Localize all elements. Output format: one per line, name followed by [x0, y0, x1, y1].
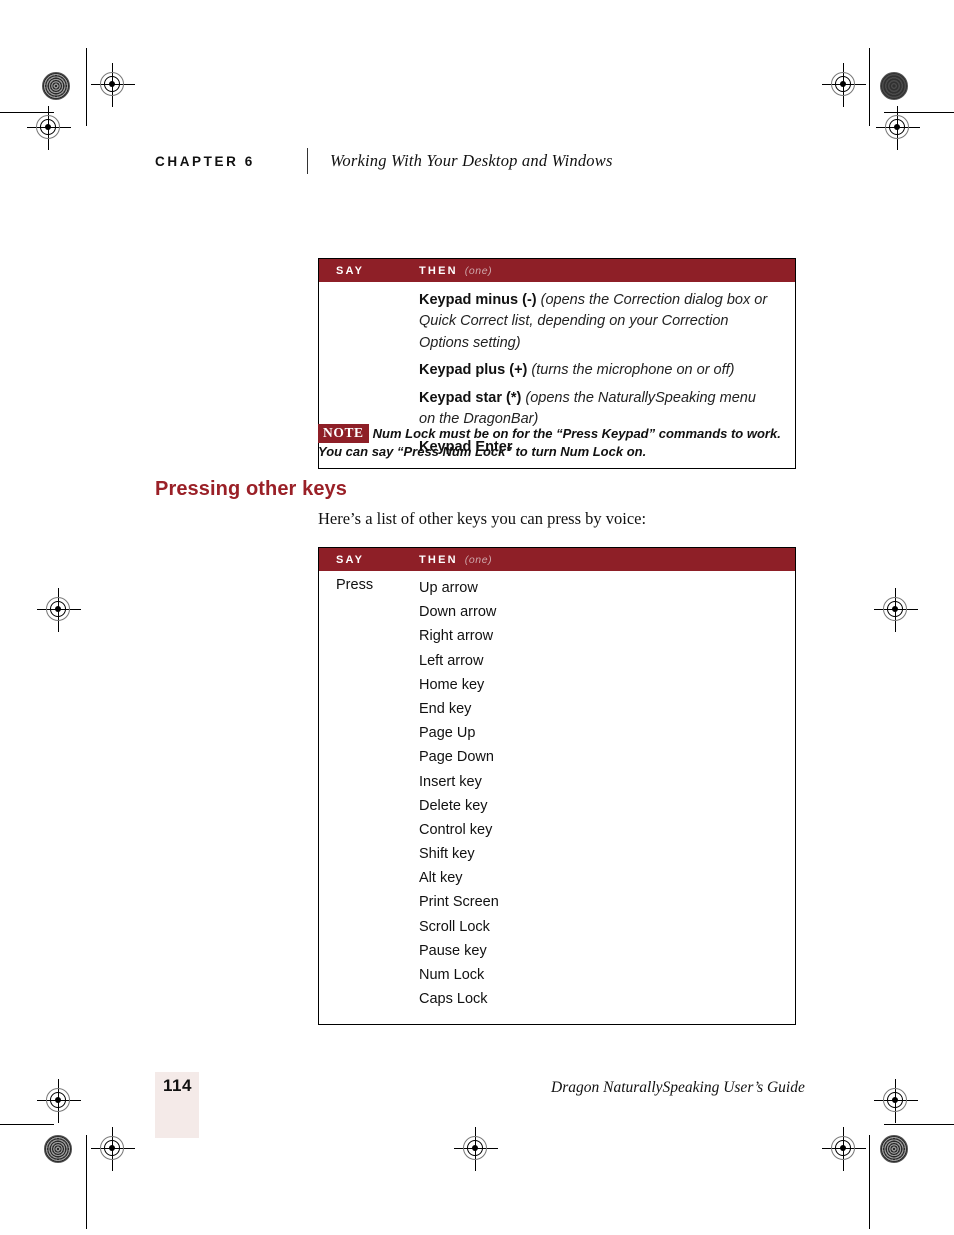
- table-row: Page Up: [319, 722, 795, 745]
- table-row: Alt key: [319, 867, 795, 890]
- row-then-cell: Caps Lock: [419, 991, 488, 1008]
- footer-guide-title: Dragon NaturallySpeaking User’s Guide: [551, 1079, 805, 1096]
- table-row: Down arrow: [319, 601, 795, 624]
- row-then-cell: Page Down: [419, 749, 494, 766]
- row-then-cell: Shift key: [419, 846, 475, 863]
- chapter-title: Working With Your Desktop and Windows: [330, 151, 613, 170]
- row-then-cell: Page Up: [419, 725, 476, 742]
- chapter-label: CHAPTER 6: [155, 153, 255, 169]
- table-row: Keypad plus (+) (turns the microphone on…: [319, 360, 795, 381]
- row-then-cell: Home key: [419, 676, 485, 693]
- row-then-cell: Up arrow: [419, 580, 478, 596]
- keypad-table-header-then-qualifier: (one): [464, 264, 493, 277]
- row-then-cell: End key: [419, 700, 472, 717]
- row-then-cell: Left arrow: [419, 652, 484, 669]
- row-then-cell: Keypad minus (-) (opens the Correction d…: [419, 290, 795, 354]
- row-then-cell: Right arrow: [419, 628, 494, 645]
- row-then-bold: Keypad star (*): [419, 389, 526, 406]
- note-badge: NOTE: [318, 424, 369, 443]
- row-then-cell: Insert key: [419, 773, 482, 790]
- table-row: Insert key: [319, 771, 795, 794]
- row-then-cell: Keypad plus (+) (turns the microphone on…: [419, 360, 795, 381]
- row-then-bold: Keypad minus (-): [419, 292, 541, 308]
- row-then-cell: Scroll Lock: [419, 918, 490, 935]
- table-row: Caps Lock: [319, 988, 795, 1011]
- row-then-cell: Alt key: [419, 870, 463, 887]
- page-content: CHAPTER 6 Working With Your Desktop and …: [0, 0, 954, 1235]
- running-head: CHAPTER 6 Working With Your Desktop and …: [155, 148, 613, 174]
- keys-table-body: Press Up arrow Down arrow Right arrow Le…: [319, 571, 795, 1024]
- page-number: 114: [163, 1076, 192, 1095]
- keypad-table-header-say: SAY: [336, 264, 365, 277]
- table-row: End key: [319, 698, 795, 721]
- table-row: Pause key: [319, 940, 795, 963]
- table-row: Print Screen: [319, 891, 795, 914]
- keys-table-header-then: THEN (one): [419, 554, 492, 566]
- note-block: NOTE Num Lock must be on for the “Press K…: [318, 424, 798, 462]
- row-then-cell: Num Lock: [419, 967, 485, 983]
- row-then-bold: Keypad plus (+): [419, 362, 532, 379]
- running-head-divider: [307, 148, 308, 174]
- table-row: Right arrow: [319, 625, 795, 648]
- note-text: Num Lock must be on for the “Press Keypa…: [318, 426, 781, 460]
- other-keys-table: SAY THEN (one) Press Up arrow Down arrow …: [318, 547, 796, 1026]
- keypad-table-header-row: SAY THEN (one): [319, 259, 795, 282]
- keys-table-header-then-label: THEN: [419, 553, 458, 566]
- table-row: Home key: [319, 674, 795, 697]
- keys-table-header-row: SAY THEN (one): [319, 548, 795, 571]
- row-then-cell: Print Screen: [419, 894, 499, 911]
- table-row: Page Down: [319, 746, 795, 769]
- table-row: Keypad minus (-) (opens the Correction d…: [319, 290, 795, 354]
- row-then-italic: (turns the microphone on or off): [531, 362, 735, 379]
- section-intro-text: Here’s a list of other keys you can pres…: [318, 509, 647, 528]
- table-row: Shift key: [319, 843, 795, 866]
- row-then-cell: Delete key: [419, 797, 488, 814]
- keypad-table-header-then: THEN (one): [419, 265, 492, 277]
- keypad-table-header-then-label: THEN: [419, 264, 458, 277]
- table-row: Left arrow: [319, 650, 795, 673]
- table-row: Delete key: [319, 795, 795, 818]
- keys-table-header-say: SAY: [336, 553, 365, 566]
- keys-table-header-then-qualifier: (one): [464, 553, 493, 566]
- table-row: Num Lock: [319, 964, 795, 987]
- table-row: Control key: [319, 819, 795, 842]
- row-then-cell: Control key: [419, 821, 493, 838]
- row-say-cell: Press: [336, 577, 374, 593]
- row-then-cell: Pause key: [419, 942, 487, 959]
- table-row: Scroll Lock: [319, 916, 795, 939]
- table-row: Press Up arrow: [319, 577, 795, 600]
- page-title: Pressing other keys: [155, 478, 347, 500]
- row-then-cell: Down arrow: [419, 604, 497, 621]
